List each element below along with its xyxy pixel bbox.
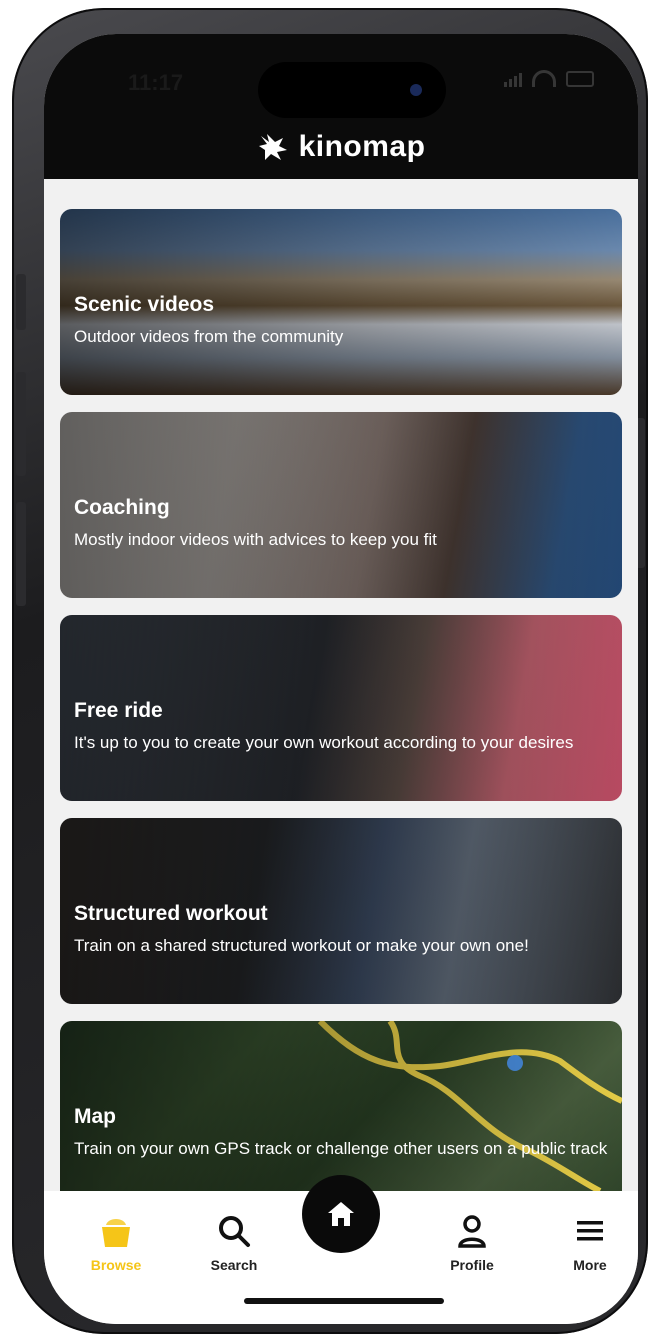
brand-name: kinomap — [298, 130, 426, 163]
home-button[interactable] — [302, 1175, 380, 1253]
card-map[interactable]: Map Train on your own GPS track or chall… — [60, 1021, 622, 1191]
volume-up-button — [16, 372, 26, 476]
tab-more[interactable]: More — [540, 1211, 638, 1273]
card-free-ride[interactable]: Free ride It's up to you to create your … — [60, 615, 622, 801]
browse-icon — [66, 1211, 166, 1251]
tab-browse[interactable]: Browse — [66, 1211, 166, 1273]
card-subtitle: It's up to you to create your own workou… — [74, 733, 574, 752]
tab-search[interactable]: Search — [184, 1211, 284, 1273]
card-title: Structured workout — [74, 902, 268, 925]
home-indicator — [244, 1298, 444, 1304]
card-subtitle: Train on a shared structured workout or … — [74, 936, 529, 955]
tab-browse-label: Browse — [90, 1257, 142, 1273]
card-subtitle: Train on your own GPS track or challenge… — [74, 1139, 608, 1158]
card-title: Map — [74, 1105, 116, 1128]
card-structured-workout[interactable]: Structured workout Train on a shared str… — [60, 818, 622, 1004]
status-time: 11:17 — [128, 70, 184, 95]
tab-search-label: Search — [210, 1257, 258, 1273]
search-icon — [184, 1211, 284, 1251]
volume-down-button — [16, 502, 26, 606]
tab-more-label: More — [573, 1257, 607, 1273]
card-coaching[interactable]: Coaching Mostly indoor videos with advic… — [60, 412, 622, 598]
dynamic-island — [258, 62, 446, 118]
menu-icon — [540, 1211, 638, 1251]
wifi-icon — [532, 70, 556, 87]
kinomap-logo-icon — [258, 134, 287, 160]
app-logo: kinomap — [44, 130, 638, 164]
home-icon — [328, 1202, 354, 1226]
card-title: Coaching — [74, 496, 170, 519]
tab-profile[interactable]: Profile — [422, 1211, 522, 1273]
tab-profile-label: Profile — [450, 1257, 494, 1273]
phone-frame: 11:17 kinomap Scenic videos Outdoor vide… — [12, 8, 648, 1334]
app-header: 11:17 kinomap — [44, 34, 638, 179]
mute-switch — [16, 274, 26, 330]
camera-dot — [410, 84, 422, 96]
screen: 11:17 kinomap Scenic videos Outdoor vide… — [44, 34, 638, 1324]
card-scenic-videos[interactable]: Scenic videos Outdoor videos from the co… — [60, 209, 622, 395]
battery-icon — [566, 70, 594, 87]
card-subtitle: Outdoor videos from the community — [74, 327, 344, 346]
user-icon — [422, 1211, 522, 1251]
card-title: Scenic videos — [74, 293, 215, 316]
card-title: Free ride — [74, 699, 163, 722]
signal-icon — [504, 71, 522, 87]
status-icons — [504, 70, 594, 87]
tab-bar: Browse Search Profile More — [44, 1175, 638, 1324]
card-subtitle: Mostly indoor videos with advices to kee… — [74, 530, 437, 549]
